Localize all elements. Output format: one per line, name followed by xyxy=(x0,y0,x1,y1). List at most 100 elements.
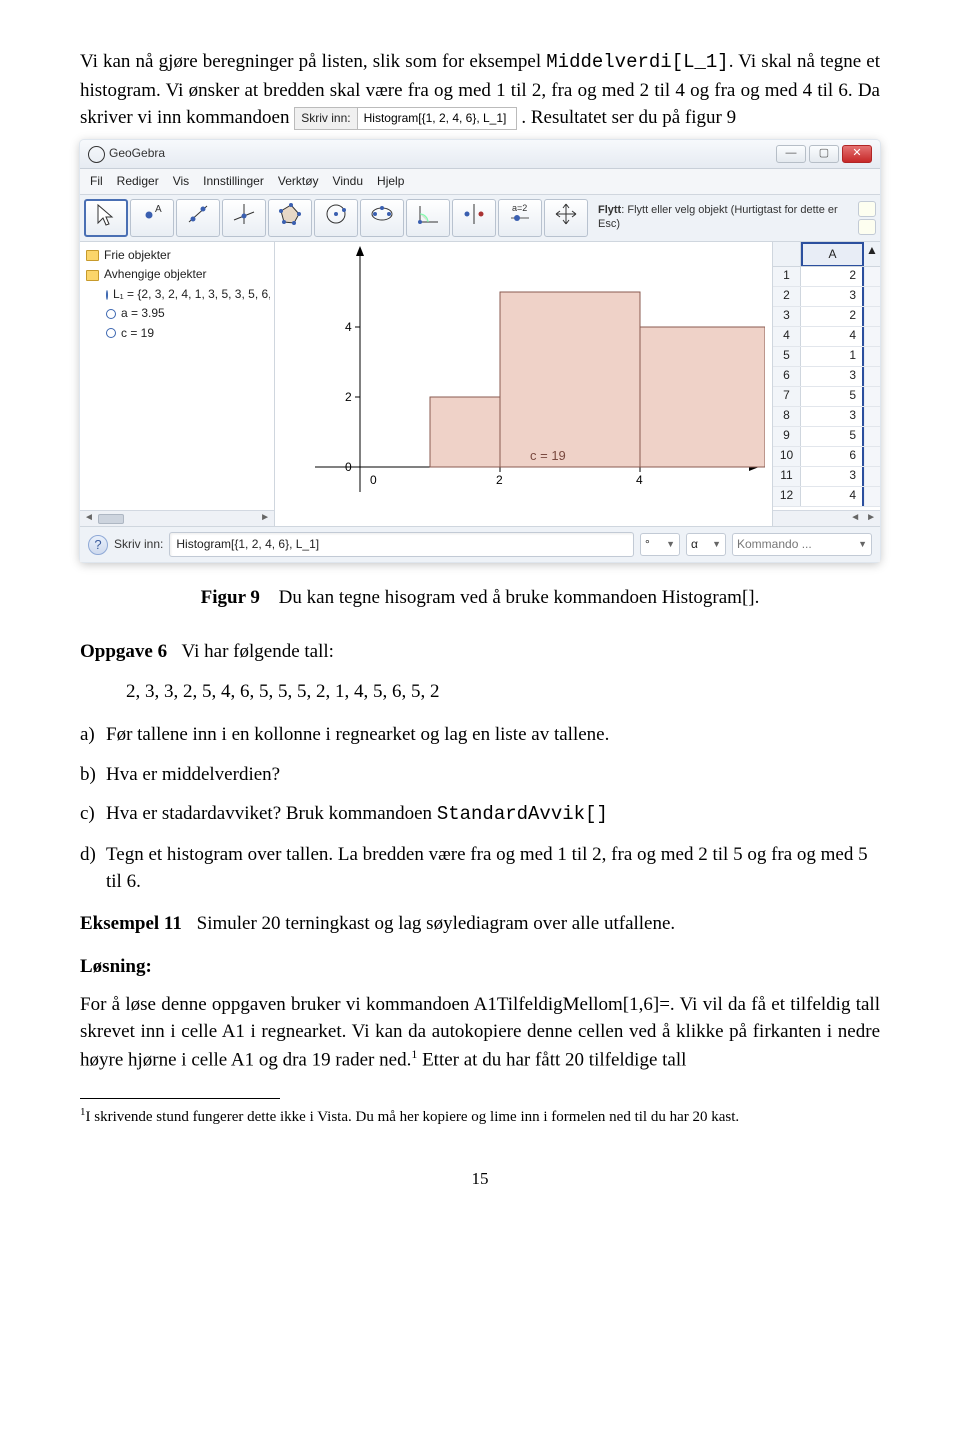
row-header[interactable]: 10 xyxy=(773,447,801,466)
row-header[interactable]: 8 xyxy=(773,407,801,426)
dd-alpha[interactable]: α▼ xyxy=(686,533,726,556)
row-header[interactable]: 12 xyxy=(773,487,801,506)
inline-input-graphic: Skriv inn: Histogram[{1, 2, 4, 6}, L_1] xyxy=(294,107,516,130)
sheet-hscroll[interactable]: ◄ ► xyxy=(773,510,880,526)
cell[interactable]: 2 xyxy=(801,307,864,326)
tool-slider[interactable]: a=2 xyxy=(498,199,542,237)
tree-free-objects[interactable]: Frie objekter xyxy=(84,246,270,265)
maximize-button[interactable]: ▢ xyxy=(809,145,839,163)
tool-reflect[interactable] xyxy=(452,199,496,237)
footnote-1: 1I skrivende stund fungerer dette ikke i… xyxy=(80,1105,880,1129)
row-header[interactable]: 4 xyxy=(773,327,801,346)
cell[interactable]: 3 xyxy=(801,367,864,386)
sheet-corner[interactable] xyxy=(773,242,801,266)
sheet-row[interactable]: 124 xyxy=(773,487,880,507)
window-title: GeoGebra xyxy=(109,145,165,162)
cell[interactable]: 4 xyxy=(801,327,864,346)
task6-numbers: 2, 3, 3, 2, 5, 4, 6, 5, 5, 5, 2, 1, 4, 5… xyxy=(126,678,880,706)
cell[interactable]: 2 xyxy=(801,267,864,286)
cell[interactable]: 5 xyxy=(801,427,864,446)
row-header[interactable]: 9 xyxy=(773,427,801,446)
sheet-row[interactable]: 83 xyxy=(773,407,880,427)
tree-item-a[interactable]: a = 3.95 xyxy=(84,304,270,323)
cell[interactable]: 3 xyxy=(801,467,864,486)
sheet-row[interactable]: 23 xyxy=(773,287,880,307)
dd-command[interactable]: Kommando ...▼ xyxy=(732,533,872,556)
sheet-row[interactable]: 95 xyxy=(773,427,880,447)
xtick-2: 2 xyxy=(496,473,503,487)
graphics-view[interactable]: 0 2 4 0 2 4 6 c = 19 xyxy=(275,242,772,526)
minimize-button[interactable]: — xyxy=(776,145,806,163)
menu-settings[interactable]: Innstillinger xyxy=(203,173,264,190)
menu-tools[interactable]: Verktøy xyxy=(278,173,319,190)
row-header[interactable]: 7 xyxy=(773,387,801,406)
sheet-row[interactable]: 44 xyxy=(773,327,880,347)
cell[interactable]: 1 xyxy=(801,347,864,366)
code-standardavvik: StandardAvvik[] xyxy=(437,803,608,825)
algebra-scrollbar[interactable]: ◄ ► xyxy=(80,510,274,526)
inputbar-field[interactable]: Histogram[{1, 2, 4, 6}, L_1] xyxy=(169,532,634,557)
menu-view[interactable]: Vis xyxy=(173,173,189,190)
input-bar: ? Skriv inn: Histogram[{1, 2, 4, 6}, L_1… xyxy=(80,526,880,562)
row-header[interactable]: 2 xyxy=(773,287,801,306)
tree-dependent-objects[interactable]: Avhengige objekter xyxy=(84,265,270,284)
row-header[interactable]: 6 xyxy=(773,367,801,386)
scroll-right-icon[interactable]: ► xyxy=(260,511,270,526)
row-header[interactable]: 11 xyxy=(773,467,801,486)
tool-angle[interactable] xyxy=(406,199,450,237)
scroll-thumb[interactable] xyxy=(98,514,124,524)
tool-line[interactable] xyxy=(176,199,220,237)
row-header[interactable]: 3 xyxy=(773,307,801,326)
scroll-right-icon[interactable]: ► xyxy=(866,511,876,526)
tool-perpendicular[interactable] xyxy=(222,199,266,237)
toolbar-aux-1[interactable] xyxy=(858,201,876,217)
sheet-row[interactable]: 106 xyxy=(773,447,880,467)
page-number: 15 xyxy=(80,1167,880,1192)
folder-icon xyxy=(86,250,99,261)
cell[interactable]: 3 xyxy=(801,407,864,426)
help-icon[interactable]: ? xyxy=(88,535,108,555)
scroll-left-icon[interactable]: ◄ xyxy=(850,511,860,526)
sheet-scroll-up[interactable]: ▲ xyxy=(864,242,880,266)
tool-move-view[interactable] xyxy=(544,199,588,237)
tool-conic[interactable] xyxy=(360,199,404,237)
col-header-A[interactable]: A xyxy=(801,242,864,266)
menu-help[interactable]: Hjelp xyxy=(377,173,404,190)
task6-lead: Vi har følgende tall: xyxy=(182,641,334,662)
object-icon xyxy=(106,328,116,338)
tool-point[interactable]: A xyxy=(130,199,174,237)
sheet-row[interactable]: 113 xyxy=(773,467,880,487)
dd-degree[interactable]: °▼ xyxy=(640,533,680,556)
cell[interactable]: 3 xyxy=(801,287,864,306)
sheet-row[interactable]: 12 xyxy=(773,267,880,287)
figure-caption-text: Du kan tegne hisogram ved å bruke komman… xyxy=(279,587,760,608)
toolbar-aux-2[interactable] xyxy=(858,219,876,235)
cell[interactable]: 5 xyxy=(801,387,864,406)
row-header[interactable]: 5 xyxy=(773,347,801,366)
ytick-2: 2 xyxy=(345,390,352,404)
scroll-left-icon[interactable]: ◄ xyxy=(84,511,94,526)
hist-bar-2 xyxy=(500,292,640,467)
menu-edit[interactable]: Rediger xyxy=(117,173,159,190)
canvas-label-c: c = 19 xyxy=(530,448,566,463)
menu-window[interactable]: Vindu xyxy=(333,173,363,190)
cell[interactable]: 6 xyxy=(801,447,864,466)
cell[interactable]: 4 xyxy=(801,487,864,506)
menu-file[interactable]: Fil xyxy=(90,173,103,190)
sheet-row[interactable]: 75 xyxy=(773,387,880,407)
sheet-row[interactable]: 63 xyxy=(773,367,880,387)
sheet-row[interactable]: 51 xyxy=(773,347,880,367)
tool-polygon[interactable] xyxy=(268,199,312,237)
row-header[interactable]: 1 xyxy=(773,267,801,286)
task6-c: c)Hva er stadardavviket? Bruk kommandoen… xyxy=(80,800,880,829)
tree-item-l1[interactable]: L₁ = {2, 3, 2, 4, 1, 3, 5, 3, 5, 6, xyxy=(84,285,270,304)
tool-move[interactable] xyxy=(84,199,128,237)
tool-hint-text: FlyttFlytt: Flytt eller velg objekt (Hur… xyxy=(592,202,852,234)
tool-circle[interactable] xyxy=(314,199,358,237)
close-button[interactable]: ✕ xyxy=(842,145,872,163)
footnote-rule xyxy=(80,1098,280,1099)
tree-item-c[interactable]: c = 19 xyxy=(84,324,270,343)
ex11-label: Eksempel 11 xyxy=(80,913,182,934)
sheet-row[interactable]: 32 xyxy=(773,307,880,327)
window-controls: — ▢ ✕ xyxy=(776,145,872,163)
